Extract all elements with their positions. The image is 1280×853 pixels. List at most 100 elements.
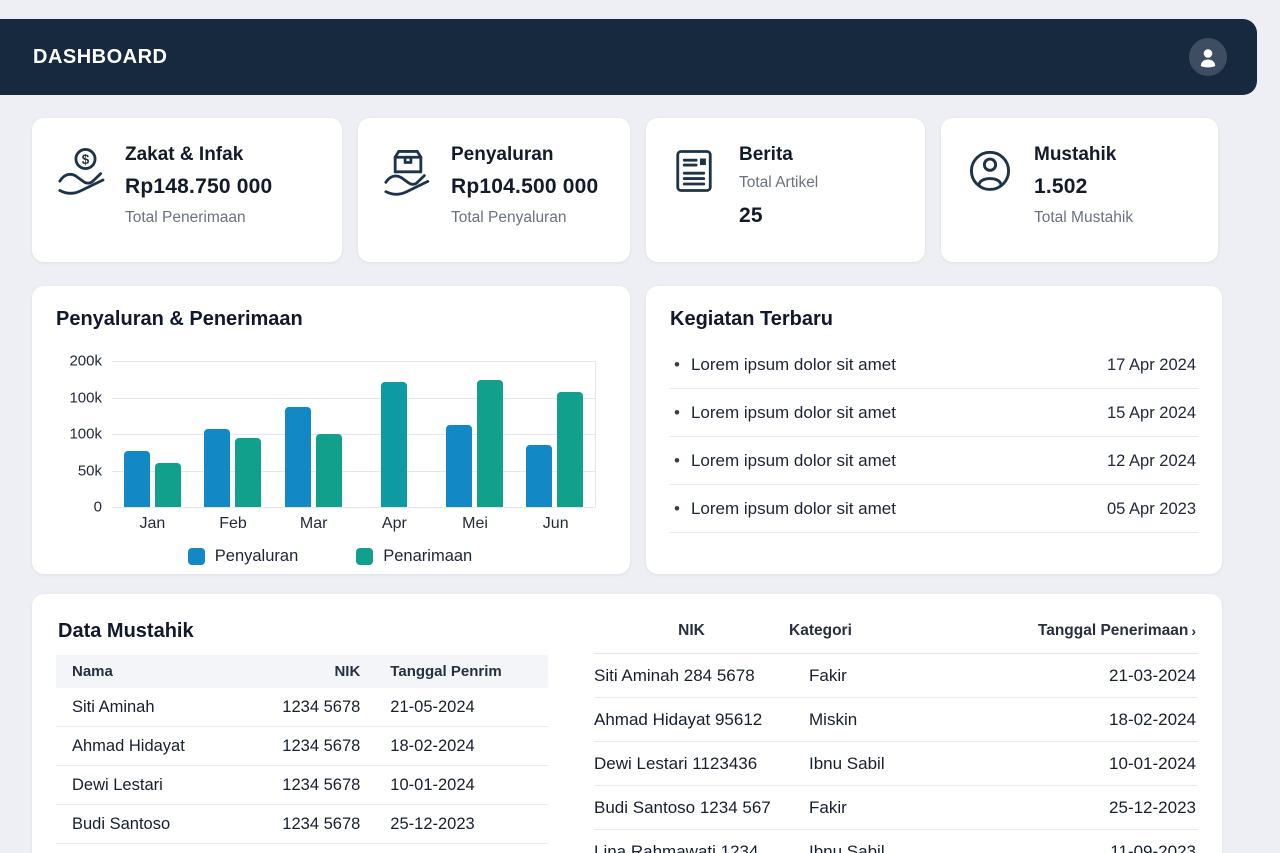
chart-legend: Penyaluran Penarimaan	[56, 547, 604, 566]
activity-text: Lorem ipsum dolor sit amet	[691, 499, 896, 519]
bar-penyaluran-mei	[446, 425, 472, 507]
cell-nik: Lina Rahmawati 1234	[594, 842, 809, 853]
x-axis-tick-label: Jun	[515, 515, 596, 533]
x-axis-tick-label: Apr	[354, 515, 435, 533]
table-row: Ahmad Hidayat1234 567818-02-2024	[56, 727, 548, 766]
bar-penyaluran-jun	[526, 445, 552, 507]
table-row: Dewi Lestari 1123436Ibnu Sabil10-01-2024	[594, 742, 1198, 786]
main-content: $ Zakat & Infak Rp148.750 000 Total Pene…	[32, 118, 1222, 853]
mustahik-table-body: Siti Aminah1234 567821-05-2024Ahmad Hida…	[56, 688, 548, 853]
column-header-kategori: Kategori	[789, 622, 1006, 640]
table-row: Lina Rahmawati 1234Ibnu Sabil11-09-2023	[594, 830, 1198, 853]
bar-group-mei	[434, 361, 515, 507]
penerimaan-table-section: NIK Kategori Tanggal Penerimaan › Siti A…	[594, 614, 1198, 853]
legend-swatch-icon	[188, 548, 205, 565]
cell-kategori: Miskin	[809, 710, 1006, 730]
x-axis-tick-label: Mar	[273, 515, 354, 533]
y-axis-tick-label: 200k	[56, 353, 102, 370]
y-axis-tick-label: 50k	[56, 462, 102, 479]
bar-penarimaan-feb	[235, 438, 261, 507]
stat-subtitle: Total Penerimaan	[125, 209, 272, 227]
bar-group-apr	[354, 361, 435, 507]
table-row: Lina Rahmawati1234 567811-07-2023	[56, 844, 548, 853]
stat-title: Mustahik	[1034, 144, 1133, 166]
bar-penarimaan-mei	[477, 380, 503, 507]
cell-nama: Budi Santoso	[72, 815, 258, 834]
person-circle-icon	[963, 139, 1019, 262]
cell-kategori: Fakir	[809, 666, 1006, 686]
cell-tanggal: 10-01-2024	[360, 776, 532, 795]
cell-nama: Siti Aminah	[72, 698, 258, 717]
bar-penarimaan-jun	[557, 392, 583, 507]
cell-tanggal: 11-09-2023	[1006, 842, 1196, 853]
stat-subtitle: Total Artikel	[739, 174, 818, 192]
mustahik-table-header: Nama NIK Tanggal Penrim	[56, 655, 548, 688]
news-icon	[668, 139, 724, 262]
activity-item: • Lorem ipsum dolor sit amet 17 Apr 2024	[670, 341, 1198, 389]
bullet-icon: •	[674, 499, 680, 519]
bar-group-jan	[112, 361, 193, 507]
cell-nik: 1234 5678	[258, 776, 361, 795]
stat-card-penyaluran: Penyaluran Rp104.500 000 Total Penyalura…	[358, 118, 630, 262]
column-header-tanggal-sort[interactable]: Tanggal Penerimaan ›	[1006, 622, 1196, 640]
user-icon	[1195, 44, 1221, 70]
activity-item: •Lorem ipsum dolor sit amet05 Apr 2023	[670, 485, 1198, 533]
table-row: Budi Santoso1234 567825-12-2023	[56, 805, 548, 844]
svg-text:$: $	[82, 152, 90, 167]
cell-kategori: Ibnu Sabil	[809, 842, 1006, 853]
y-axis-tick-label: 100k	[56, 426, 102, 443]
legend-item-penyaluran: Penyaluran	[188, 547, 298, 566]
x-axis-tick-label: Feb	[193, 515, 274, 533]
legend-label: Penarimaan	[383, 547, 472, 566]
chart-bars	[112, 361, 595, 507]
bar-penyaluran-jan	[124, 451, 150, 507]
column-header-tanggal: Tanggal Penrim	[360, 663, 532, 680]
stat-value: 25	[739, 204, 818, 228]
legend-label: Penyaluran	[215, 547, 298, 566]
stat-card-berita: Berita Total Artikel 25	[646, 118, 925, 262]
bar-group-mar	[273, 361, 354, 507]
cell-tanggal: 25-12-2023	[360, 815, 532, 834]
bullet-icon: •	[674, 451, 680, 471]
chart-card: Penyaluran & Penerimaan 200k100k100k50k0…	[32, 286, 630, 574]
tables-card: Data Mustahik Nama NIK Tanggal Penrim Si…	[32, 594, 1222, 853]
bar-penyaluran-mar	[285, 407, 311, 507]
legend-swatch-icon	[356, 548, 373, 565]
penerimaan-table-body: Siti Aminah 284 5678Fakir21-03-2024Ahmad…	[594, 654, 1198, 853]
table-row: Siti Aminah1234 567821-05-2024	[56, 688, 548, 727]
stat-card-zakat: $ Zakat & Infak Rp148.750 000 Total Pene…	[32, 118, 342, 262]
stat-subtitle: Total Mustahik	[1034, 209, 1133, 227]
stat-value: 1.502	[1034, 175, 1133, 199]
zakat-hand-coin-icon: $	[54, 139, 110, 262]
bar-penyaluran-feb	[204, 429, 230, 507]
cell-tanggal: 18-02-2024	[1006, 710, 1196, 730]
y-axis-tick-label: 100k	[56, 389, 102, 406]
cell-nik: Siti Aminah 284 5678	[594, 666, 809, 686]
cell-nik: Dewi Lestari 1123436	[594, 754, 809, 774]
activity-text: Lorem ipsum dolor sit amet	[691, 355, 896, 375]
activity-date: 17 Apr 2024	[1107, 356, 1196, 375]
stat-card-mustahik: Mustahik 1.502 Total Mustahik	[941, 118, 1218, 262]
header-bar: DASHBOARD	[0, 19, 1257, 95]
table-row: Siti Aminah 284 5678Fakir21-03-2024	[594, 654, 1198, 698]
activity-card: Kegiatan Terbaru •Lorem ipsum dolor sit …	[646, 286, 1222, 574]
stat-title: Berita	[739, 144, 818, 166]
cell-tanggal: 18-02-2024	[360, 737, 532, 756]
stat-title: Penyaluran	[451, 144, 598, 166]
bar-group-feb	[193, 361, 274, 507]
y-axis-tick-label: 0	[56, 499, 102, 516]
user-avatar-button[interactable]	[1189, 38, 1227, 76]
bullet-icon: •	[674, 355, 680, 375]
stat-cards-row: $ Zakat & Infak Rp148.750 000 Total Pene…	[32, 118, 1222, 262]
chart-gridline	[112, 507, 595, 508]
chevron-right-icon: ›	[1191, 623, 1196, 639]
x-axis-tick-label: Mei	[435, 515, 516, 533]
activity-item: •Lorem ipsum dolor sit amet15 Apr 2024	[670, 389, 1198, 437]
stat-value: Rp104.500 000	[451, 175, 598, 199]
activity-item: •Lorem ipsum dolor sit amet12 Apr 2024	[670, 437, 1198, 485]
data-mustahik-section: Data Mustahik Nama NIK Tanggal Penrim Si…	[56, 614, 548, 853]
cell-kategori: Fakir	[809, 798, 1006, 818]
penerimaan-table-header: NIK Kategori Tanggal Penerimaan ›	[594, 616, 1198, 654]
table-row: Budi Santoso 1234 567Fakir25-12-2023	[594, 786, 1198, 830]
activity-date: 15 Apr 2024	[1107, 404, 1196, 423]
